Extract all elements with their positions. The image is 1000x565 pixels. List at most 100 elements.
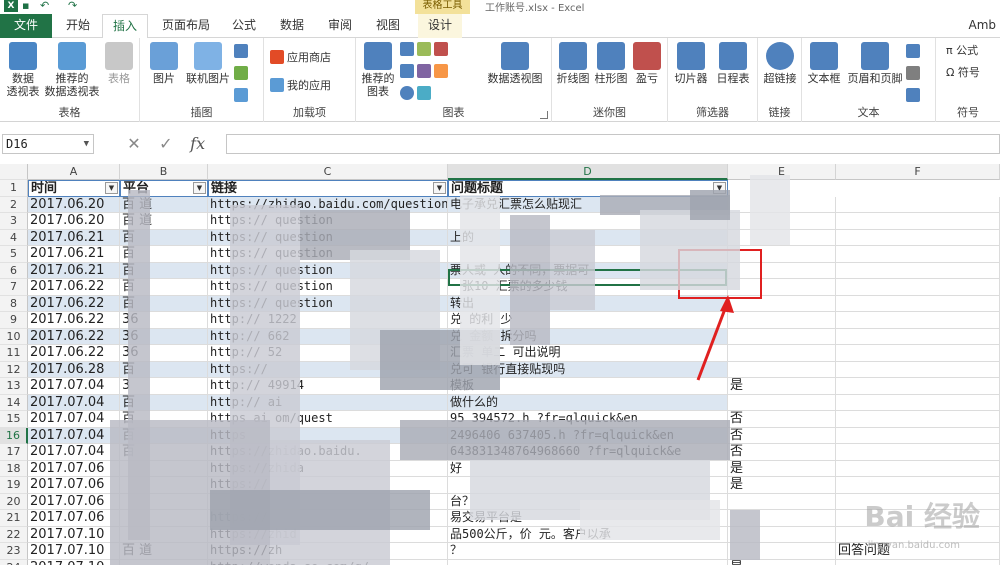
table-cell[interactable]: 百	[120, 394, 208, 411]
table-cell[interactable]: https:// question	[208, 246, 448, 263]
redo-icon[interactable]: ↷	[68, 0, 77, 12]
table-cell[interactable]: 2017.07.06	[28, 510, 120, 527]
table-cell[interactable]: https:// question	[208, 229, 448, 246]
row-header[interactable]: 21	[0, 510, 28, 527]
row-header[interactable]: 19	[0, 477, 28, 494]
table-cell[interactable]: https:// question	[208, 213, 448, 230]
table-cell[interactable]: 百 道	[120, 543, 208, 560]
table-cell[interactable]	[448, 559, 728, 565]
table-cell[interactable]: 百	[120, 229, 208, 246]
table-cell[interactable]: 做什么的	[448, 394, 728, 411]
row-header[interactable]: 17	[0, 444, 28, 461]
line-chart-button[interactable]	[400, 64, 451, 78]
table-cell[interactable]	[836, 559, 1000, 565]
table-cell[interactable]: 643831348764968660 ?fr=qlquick&e	[448, 444, 728, 461]
table-cell[interactable]	[448, 246, 728, 263]
table-cell[interactable]: 上的	[448, 229, 728, 246]
enter-icon[interactable]: ✓	[152, 134, 180, 154]
table-cell[interactable]	[728, 345, 836, 362]
table-cell[interactable]: https://zhid	[208, 526, 448, 543]
table-button[interactable]: 表格	[102, 42, 136, 85]
online-picture-button[interactable]: 联机图片	[184, 42, 232, 85]
sparkline-line-button[interactable]: 折线图	[554, 42, 592, 85]
object-button[interactable]	[906, 88, 923, 102]
table-cell[interactable]: 2017.07.04	[28, 378, 120, 395]
tab-formulas[interactable]: 公式	[222, 14, 266, 38]
table-cell[interactable]	[836, 394, 1000, 411]
formula-input[interactable]	[226, 134, 1000, 154]
table-cell[interactable]: 百	[120, 411, 208, 428]
table-cell[interactable]: http://wenda.so.com/q/	[208, 559, 448, 565]
name-box[interactable]: D16 ▼	[2, 134, 94, 154]
symbol-button[interactable]: Ω 符号	[946, 66, 980, 79]
column-header-b[interactable]: B	[120, 164, 208, 180]
table-cell[interactable]: 2017.07.04	[28, 427, 120, 444]
table-cell[interactable]: 兑 金额 拆分吗	[448, 328, 728, 345]
table-cell[interactable]: http:// 49914	[208, 378, 448, 395]
timeline-button[interactable]: 日程表	[712, 42, 754, 85]
table-cell[interactable]: 95 394572.h ?fr=qlquick&en	[448, 411, 728, 428]
table-cell[interactable]: https://	[208, 361, 448, 378]
user-name[interactable]: Amb	[968, 18, 996, 32]
table-cell[interactable]: 2017.07.10	[28, 559, 120, 565]
table-cell[interactable]	[836, 411, 1000, 428]
table-cell[interactable]	[836, 213, 1000, 230]
smartart-button[interactable]	[234, 66, 251, 80]
table-cell[interactable]: https:// question	[208, 279, 448, 296]
equation-button[interactable]: π 公式	[946, 44, 978, 57]
table-cell[interactable]: 百	[120, 246, 208, 263]
table-cell[interactable]	[836, 444, 1000, 461]
table-cell[interactable]: 否	[728, 411, 836, 428]
table-cell[interactable]: 2017.06.22	[28, 345, 120, 362]
table-cell[interactable]: 易交易平台是	[448, 510, 728, 527]
table-cell[interactable]: 2017.07.10	[28, 543, 120, 560]
sparkline-column-button[interactable]: 柱形图	[592, 42, 630, 85]
table-cell[interactable]: 2017.06.20	[28, 196, 120, 213]
table-cell[interactable]	[728, 196, 836, 213]
row-header[interactable]: 24	[0, 559, 28, 565]
table-cell[interactable]	[836, 460, 1000, 477]
store-button[interactable]: 应用商店	[270, 50, 331, 64]
column-header-f[interactable]: F	[836, 164, 1000, 180]
table-cell[interactable]	[120, 460, 208, 477]
table-header-cell[interactable]: 链接 ▼	[208, 180, 448, 197]
row-header[interactable]: 8	[0, 295, 28, 312]
table-cell[interactable]	[120, 493, 208, 510]
table-cell[interactable]: 2017.06.21	[28, 246, 120, 263]
table-cell[interactable]: 品500公斤，价 元。客户以承	[448, 526, 728, 543]
table-cell[interactable]: 3	[120, 378, 208, 395]
table-cell[interactable]: 票人或 人的不同，票据可	[448, 262, 728, 279]
column-header-e[interactable]: E	[728, 164, 836, 180]
table-cell[interactable]	[836, 295, 1000, 312]
table-cell[interactable]: http:// ai	[208, 394, 448, 411]
table-cell[interactable]: 台？	[448, 493, 728, 510]
table-cell[interactable]	[836, 279, 1000, 296]
table-cell[interactable]	[836, 427, 1000, 444]
table-cell[interactable]: http:// 1222	[208, 312, 448, 329]
table-cell[interactable]	[836, 312, 1000, 329]
table-cell[interactable]: 电子承兑汇票怎么贴现汇	[448, 196, 728, 213]
table-cell[interactable]	[836, 345, 1000, 362]
row-header[interactable]: 22	[0, 526, 28, 543]
tab-view[interactable]: 视图	[366, 14, 410, 38]
tab-page-layout[interactable]: 页面布局	[152, 14, 220, 38]
row-header[interactable]: 6	[0, 262, 28, 279]
table-cell[interactable]	[728, 229, 836, 246]
tab-review[interactable]: 审阅	[318, 14, 362, 38]
table-cell[interactable]	[728, 295, 836, 312]
textbox-button[interactable]: 文本框	[804, 42, 844, 85]
table-cell[interactable]: 百	[120, 427, 208, 444]
table-cell[interactable]	[836, 262, 1000, 279]
worksheet-grid[interactable]: A B C D E F 1 时间 ▼ 平台 ▼ 链接 ▼ 问题标题 ▼ 2 2017.06.20 百 道 https…	[0, 164, 1000, 565]
table-cell[interactable]	[728, 279, 836, 296]
row-header[interactable]: 14	[0, 394, 28, 411]
table-cell[interactable]: 36	[120, 345, 208, 362]
table-cell[interactable]	[836, 229, 1000, 246]
row-header[interactable]: 2	[0, 196, 28, 213]
pivot-table-button[interactable]: 数据 透视表	[2, 42, 44, 98]
tab-home[interactable]: 开始	[56, 14, 100, 38]
recommended-chart-button[interactable]: 推荐的 图表	[358, 42, 398, 98]
table-cell[interactable]: ？	[448, 543, 728, 560]
table-cell[interactable]: 是	[728, 559, 836, 565]
table-cell[interactable]	[728, 510, 836, 527]
